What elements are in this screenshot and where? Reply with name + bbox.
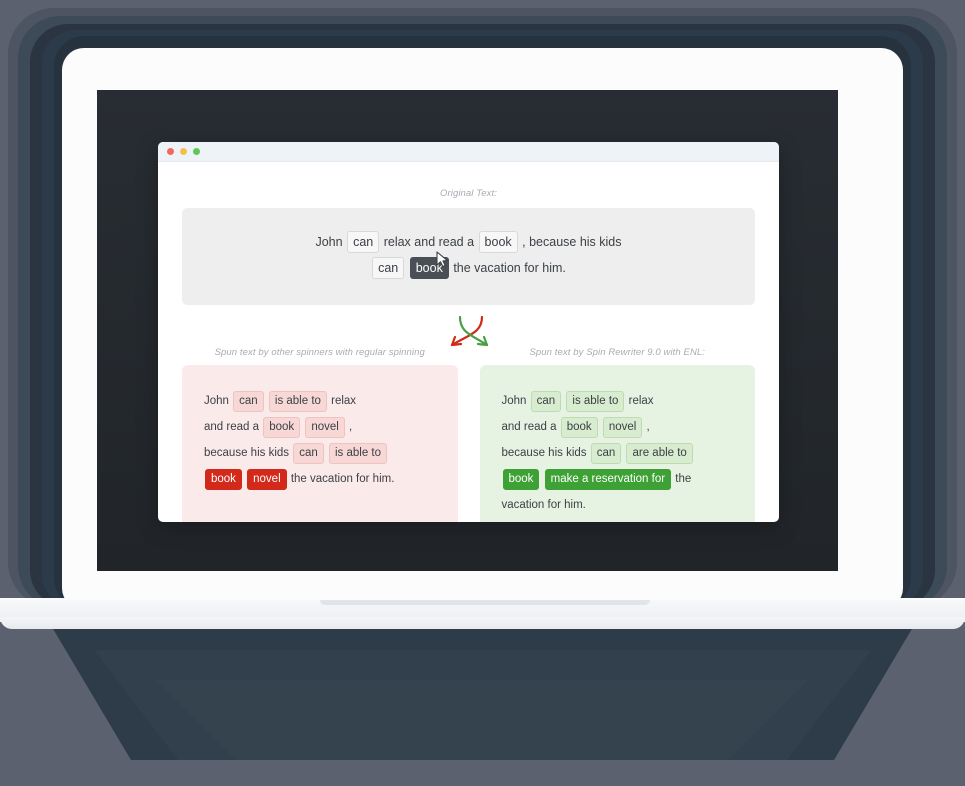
spun-word-chip[interactable]: can xyxy=(347,231,380,254)
spun-word-chip[interactable]: novel xyxy=(602,417,643,438)
sentence-text: because his kids xyxy=(501,447,587,459)
panel-line: book make a reservation for the xyxy=(502,467,734,493)
sentence-text: the vacation for him. xyxy=(453,260,566,275)
sentence-text: relax xyxy=(628,395,654,408)
spun-word-chip[interactable]: book xyxy=(409,256,449,279)
laptop-base-bottom xyxy=(0,617,965,629)
minimize-traffic-light-icon[interactable] xyxy=(180,148,187,155)
spun-word-chip[interactable]: is able to xyxy=(328,443,388,464)
spun-word-chip[interactable]: novel xyxy=(305,417,345,438)
sentence-text: John xyxy=(501,395,527,408)
sentence-text: and read a xyxy=(204,421,259,434)
spun-word-chip[interactable]: book xyxy=(478,231,518,254)
panel-other-spinners: John can is able to relax and read a boo… xyxy=(182,365,458,522)
sentence-text: vacation for him. xyxy=(501,498,586,511)
laptop-mockup-scene: Original Text: John can relax and read a… xyxy=(0,0,965,786)
original-text-line-2: can book the vacation for him. xyxy=(202,256,735,282)
maximize-traffic-light-icon[interactable] xyxy=(193,148,200,155)
panel-line: because his kids can are able to xyxy=(502,441,734,467)
browser-window: Original Text: John can relax and read a… xyxy=(158,142,779,522)
panel-line: John can is able to relax xyxy=(502,389,734,415)
laptop-base-notch xyxy=(320,600,650,605)
sentence-text: relax and read a xyxy=(383,235,475,249)
spun-word-chip[interactable]: book xyxy=(560,417,598,438)
arrows-row xyxy=(182,315,755,351)
original-text-caption: Original Text: xyxy=(439,188,498,199)
flow-arrows xyxy=(450,316,488,347)
spun-word-chip[interactable]: make a reservation for xyxy=(544,468,672,490)
spun-word-chip[interactable]: book xyxy=(502,468,540,490)
browser-titlebar xyxy=(158,142,779,162)
sentence-text: John xyxy=(315,235,343,249)
sentence-text: , because his kids xyxy=(522,235,622,249)
spun-word-chip[interactable]: can xyxy=(590,443,622,464)
window-content: Original Text: John can relax and read a… xyxy=(158,188,779,522)
spun-word-chip[interactable]: can xyxy=(293,443,324,464)
sentence-text: relax xyxy=(331,395,357,408)
comparison-panels: John can is able to relax and read a boo… xyxy=(182,365,755,522)
original-text-box: John can relax and read a book , because… xyxy=(182,208,755,306)
spun-word-chip[interactable]: is able to xyxy=(566,391,625,412)
spun-word-chip[interactable]: is able to xyxy=(268,391,327,412)
sentence-text: , xyxy=(349,421,353,434)
panel-line: vacation for him. xyxy=(502,493,734,519)
panel-line: book novel the vacation for him. xyxy=(204,467,436,493)
spun-word-chip[interactable]: novel xyxy=(247,468,287,490)
spun-word-chip[interactable]: can xyxy=(530,391,562,412)
close-traffic-light-icon[interactable] xyxy=(167,148,174,155)
spun-word-chip[interactable]: can xyxy=(372,256,405,279)
sentence-text: and read a xyxy=(501,421,557,434)
sentence-text: , xyxy=(646,421,650,434)
panel-line: and read a book novel , xyxy=(204,415,436,441)
panel-line: because his kids can is able to xyxy=(204,441,436,467)
panel-spin-rewriter: John can is able to relax and read a boo… xyxy=(479,365,755,522)
laptop-shadow-inner xyxy=(156,680,809,760)
sentence-text: John xyxy=(204,395,229,408)
sentence-text: because his kids xyxy=(204,447,290,459)
panel-line: and read a book novel , xyxy=(502,415,734,441)
spun-word-chip[interactable]: are able to xyxy=(626,443,693,464)
panel-line: John can is able to relax xyxy=(204,389,436,415)
original-text-line-1: John can relax and read a book , because… xyxy=(202,230,735,256)
spun-word-chip[interactable]: can xyxy=(233,391,264,412)
spun-word-chip[interactable]: book xyxy=(263,417,301,438)
spun-word-chip[interactable]: book xyxy=(205,468,242,490)
sentence-text: the vacation for him. xyxy=(290,472,395,485)
sentence-text: the xyxy=(675,472,692,485)
